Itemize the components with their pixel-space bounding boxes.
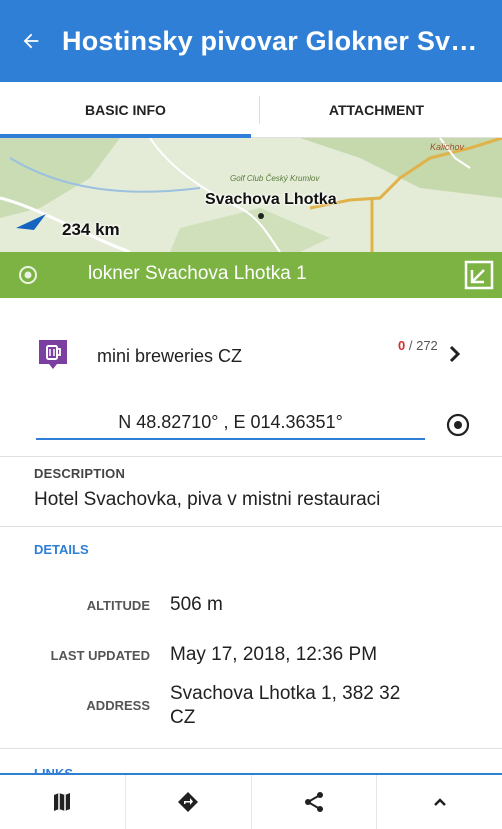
divider	[0, 456, 502, 457]
category-count-current: 0	[398, 338, 406, 353]
divider	[0, 526, 502, 527]
beer-icon	[39, 340, 67, 369]
map-button[interactable]	[0, 775, 126, 829]
map-small-label: Kalichov	[430, 142, 465, 152]
map-place-label: Svachova Lhotka	[205, 191, 337, 208]
app-bar: Hostinsky pivovar Glokner Sva...	[0, 0, 502, 82]
arrow-back-icon	[23, 33, 39, 49]
address-value-line2: CZ	[170, 707, 196, 728]
chevron-right-icon	[449, 345, 461, 363]
divider	[0, 748, 502, 749]
category-row[interactable]: mini breweries CZ 0 / 272	[0, 298, 502, 388]
chevron-up-icon	[433, 798, 446, 806]
share-icon	[304, 792, 323, 812]
distance-label: 234 km	[62, 220, 120, 239]
point-name: lokner Svachova Lhotka 1	[88, 263, 307, 284]
share-button[interactable]	[252, 775, 378, 829]
address-value-line1: Svachova Lhotka 1, 382 32	[170, 683, 401, 704]
category-label: mini breweries CZ	[97, 346, 243, 366]
map-golf-label: Golf Club Český Krumlov	[230, 174, 320, 183]
tab-basic-info[interactable]: BASIC INFO	[0, 82, 251, 138]
expand-icon[interactable]	[464, 260, 494, 290]
altitude-value: 506 m	[170, 594, 223, 615]
category-count: 0 / 272	[398, 338, 438, 353]
map-icon	[54, 793, 71, 811]
last-updated-value: May 17, 2018, 12:36 PM	[170, 644, 378, 665]
coordinates-field[interactable]: N 48.82710° , E 014.36351°	[36, 404, 425, 440]
details-label: DETAILS	[34, 542, 89, 557]
map-preview[interactable]: Svachova Lhotka Kalichov Golf Club Český…	[0, 138, 502, 252]
expand-up-button[interactable]	[377, 775, 502, 829]
description-label: DESCRIPTION	[34, 466, 126, 481]
navigate-button[interactable]	[126, 775, 252, 829]
address-key: ADDRESS	[86, 698, 150, 713]
locate-icon[interactable]	[445, 412, 471, 438]
altitude-key: ALTITUDE	[86, 598, 150, 613]
category-count-total: / 272	[408, 338, 438, 353]
description-text: Hotel Svachovka, piva v mistni restaurac…	[34, 489, 381, 510]
navigate-icon	[178, 792, 199, 812]
page-title: Hostinsky pivovar Glokner Sva...	[62, 25, 482, 56]
bottom-toolbar	[0, 773, 502, 829]
tab-attachment[interactable]: ATTACHMENT	[251, 82, 502, 137]
last-updated-key: LAST UPDATED	[50, 648, 150, 663]
tab-separator	[259, 96, 260, 124]
back-button[interactable]	[0, 0, 62, 82]
point-name-bar: lokner Svachova Lhotka 1	[0, 252, 502, 298]
target-icon[interactable]	[18, 265, 38, 285]
tab-bar: BASIC INFO ATTACHMENT	[0, 82, 502, 138]
